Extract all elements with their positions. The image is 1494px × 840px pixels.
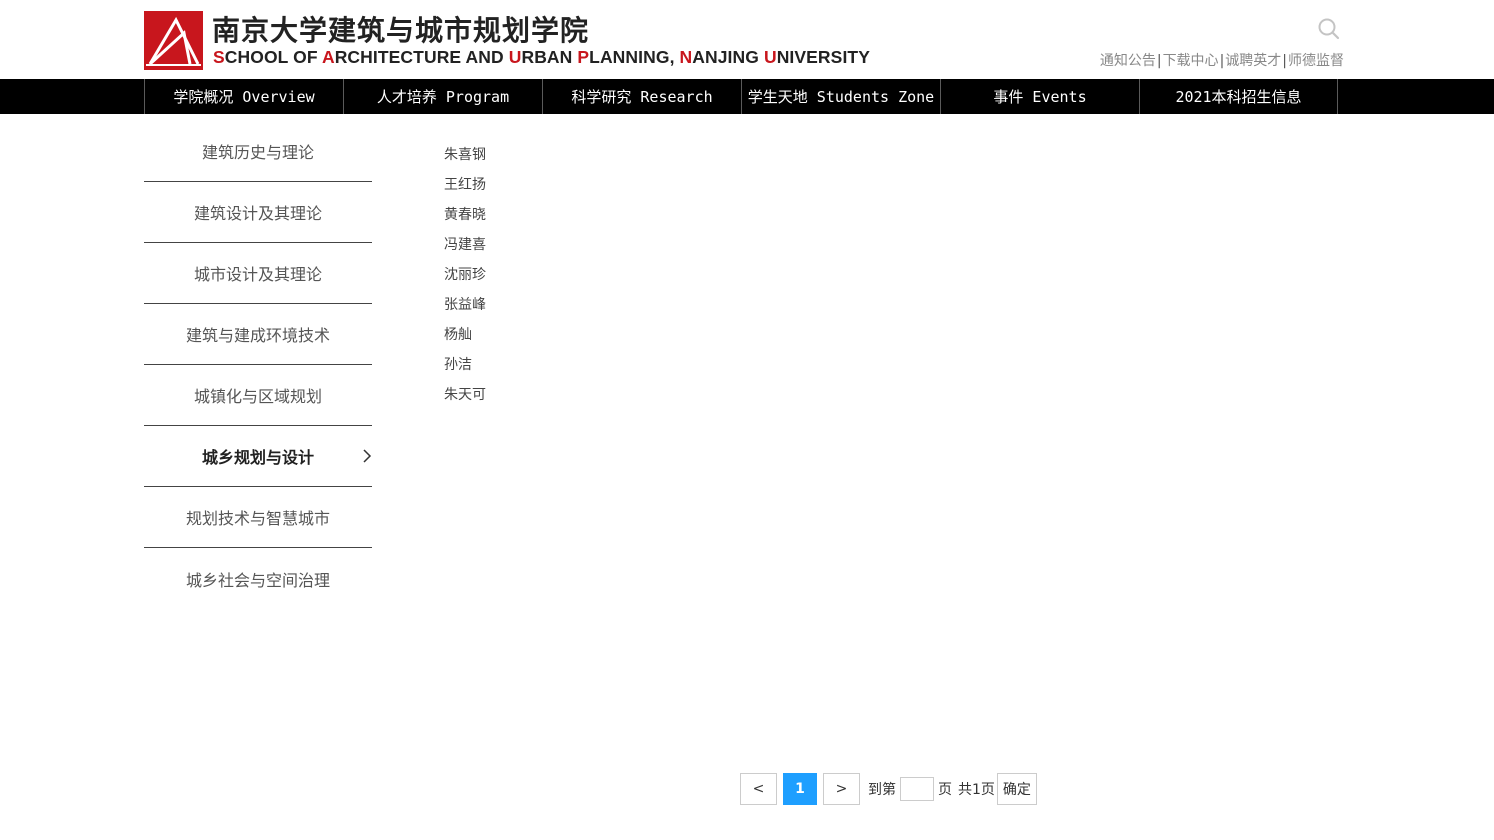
confirm-page-button[interactable]: 确定 bbox=[996, 773, 1037, 805]
link-notices[interactable]: 通知公告 bbox=[1100, 53, 1156, 69]
site-header: 南京大学建筑与城市规划学院 SCHOOL OF ARCHITECTURE AND… bbox=[0, 0, 1494, 79]
list-item[interactable]: 沈丽珍 bbox=[444, 265, 486, 295]
logo-triangle-icon bbox=[146, 16, 201, 66]
nav-admissions-2021[interactable]: 2021本科招生信息 bbox=[1139, 79, 1338, 114]
sidebar-item-urbanization[interactable]: 城镇化与区域规划 bbox=[144, 365, 372, 426]
list-item[interactable]: 朱喜钢 bbox=[444, 145, 486, 175]
goto-label: 到第 bbox=[868, 782, 896, 798]
top-links: 通知公告|下载中心|诚聘英才|师德监督 bbox=[1099, 53, 1344, 69]
nav-events[interactable]: 事件 Events bbox=[940, 79, 1139, 114]
sidebar-item-architecture-design[interactable]: 建筑设计及其理论 bbox=[144, 182, 372, 243]
sidebar-item-urban-design[interactable]: 城市设计及其理论 bbox=[144, 243, 372, 304]
prev-page-button[interactable]: < bbox=[740, 773, 777, 805]
page-number-input[interactable] bbox=[900, 777, 934, 801]
list-item[interactable]: 杨舢 bbox=[444, 325, 486, 355]
nav-students-zone[interactable]: 学生天地 Students Zone bbox=[741, 79, 940, 114]
link-downloads[interactable]: 下载中心 bbox=[1163, 53, 1219, 69]
list-item[interactable]: 王红扬 bbox=[444, 175, 486, 205]
sidebar-item-smart-city[interactable]: 规划技术与智慧城市 bbox=[144, 487, 372, 548]
sidebar-item-building-technology[interactable]: 建筑与建成环境技术 bbox=[144, 304, 372, 365]
current-page-button[interactable]: 1 bbox=[783, 773, 817, 805]
total-pages-label: 共1页 bbox=[958, 782, 995, 798]
school-name-en: SCHOOL OF ARCHITECTURE AND URBAN PLANNIN… bbox=[213, 47, 870, 67]
chevron-right-icon bbox=[363, 449, 372, 463]
school-name-cn: 南京大学建筑与城市规划学院 bbox=[212, 14, 590, 47]
list-item[interactable]: 冯建喜 bbox=[444, 235, 486, 265]
sidebar-item-urban-rural-planning[interactable]: 城乡规划与设计 bbox=[144, 426, 372, 487]
nav-research[interactable]: 科学研究 Research bbox=[542, 79, 741, 114]
main-nav: 学院概况 Overview 人才培养 Program 科学研究 Research… bbox=[0, 79, 1494, 114]
sidebar-item-spatial-governance[interactable]: 城乡社会与空间治理 bbox=[144, 548, 372, 609]
list-item[interactable]: 黄春晓 bbox=[444, 205, 486, 235]
list-item[interactable]: 朱天可 bbox=[444, 385, 486, 415]
list-item[interactable]: 孙洁 bbox=[444, 355, 486, 385]
next-page-button[interactable]: > bbox=[823, 773, 860, 805]
sidebar-item-architecture-history[interactable]: 建筑历史与理论 bbox=[144, 121, 372, 182]
pagination: < 1 > 到第 页 共1页 确定 bbox=[740, 773, 1037, 805]
school-logo[interactable] bbox=[144, 11, 203, 70]
link-ethics[interactable]: 师德监督 bbox=[1288, 53, 1344, 69]
list-item[interactable]: 张益峰 bbox=[444, 295, 486, 325]
nav-program[interactable]: 人才培养 Program bbox=[343, 79, 542, 114]
search-icon[interactable] bbox=[1316, 16, 1342, 42]
goto-suffix-label: 页 bbox=[938, 782, 952, 798]
faculty-list: 朱喜钢 王红扬 黄春晓 冯建喜 沈丽珍 张益峰 杨舢 孙洁 朱天可 bbox=[444, 145, 486, 415]
link-careers[interactable]: 诚聘英才 bbox=[1225, 53, 1281, 69]
sidebar-menu: 建筑历史与理论 建筑设计及其理论 城市设计及其理论 建筑与建成环境技术 城镇化与… bbox=[144, 121, 372, 609]
nav-overview[interactable]: 学院概况 Overview bbox=[144, 79, 343, 114]
